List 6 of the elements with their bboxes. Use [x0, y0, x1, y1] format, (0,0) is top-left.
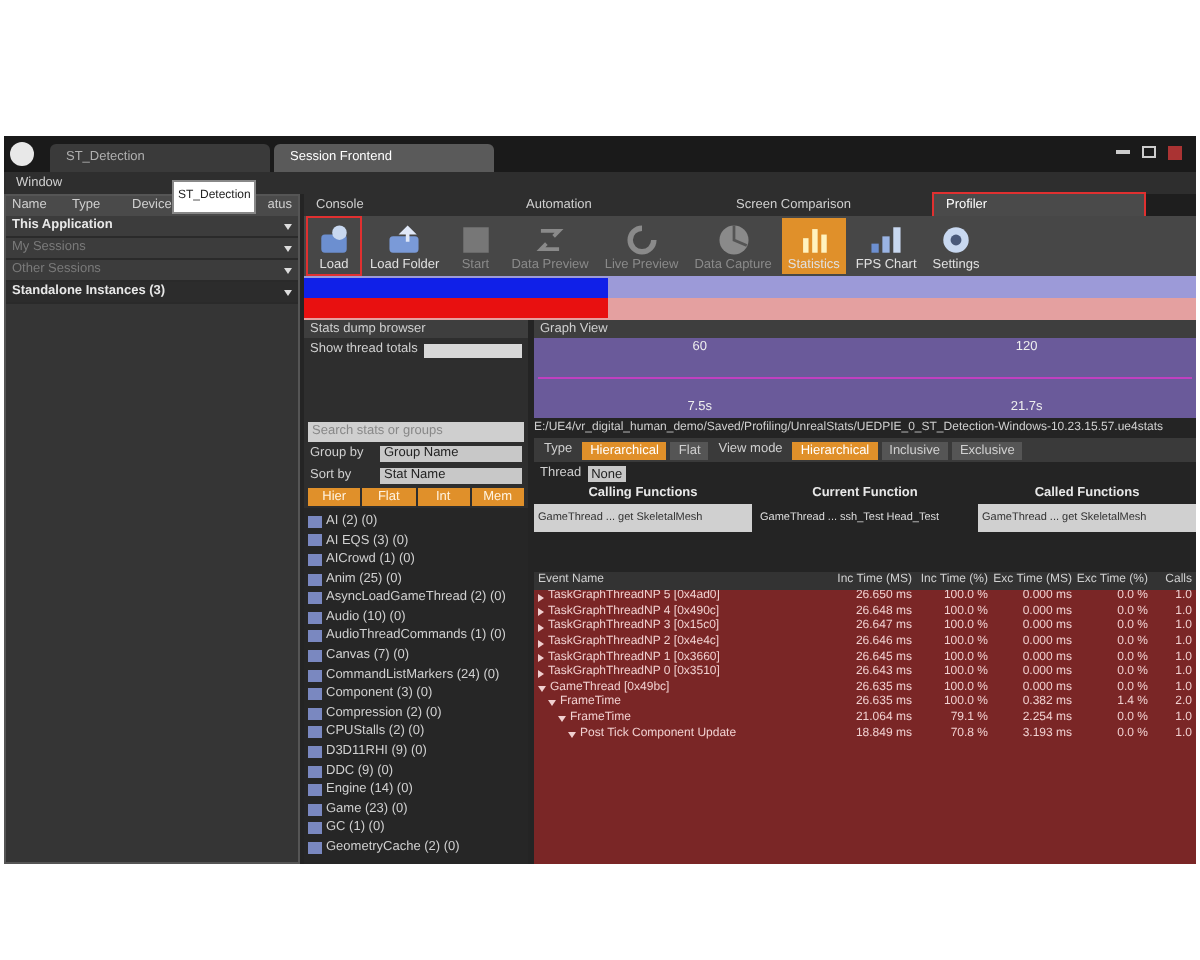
toolbar-icon [713, 219, 754, 260]
engine-logo-icon [10, 142, 34, 166]
graph-line-icon [538, 374, 1192, 382]
toolbar-icon [621, 219, 662, 260]
thread-totals-field[interactable] [423, 343, 522, 357]
maximize-icon[interactable] [1142, 146, 1156, 158]
